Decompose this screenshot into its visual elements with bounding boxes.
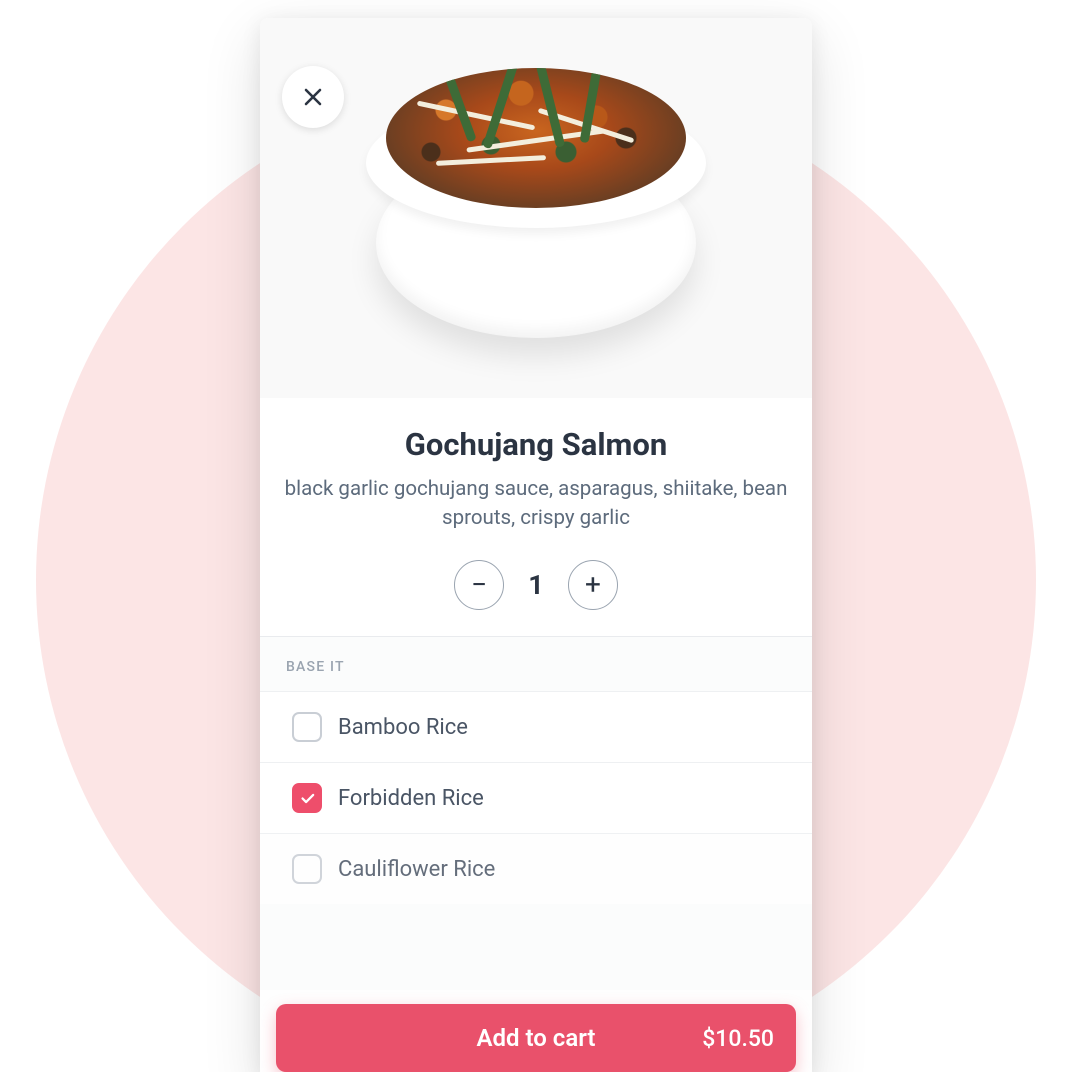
price-label: $10.50	[702, 1025, 774, 1052]
add-to-cart-button[interactable]: Add to cart $10.50	[276, 1004, 796, 1072]
product-description: black garlic gochujang sauce, asparagus,…	[282, 475, 790, 532]
product-image	[351, 48, 721, 348]
product-modal: Gochujang Salmon black garlic gochujang …	[260, 18, 812, 1072]
section-label: BASE IT	[260, 637, 812, 691]
footer: Add to cart $10.50	[260, 990, 812, 1072]
option-row[interactable]: Bamboo Rice	[260, 691, 812, 762]
close-button[interactable]	[282, 66, 344, 128]
quantity-value: 1	[524, 569, 548, 601]
checkbox-unchecked[interactable]	[292, 712, 322, 742]
option-row[interactable]: Forbidden Rice	[260, 762, 812, 833]
option-row[interactable]: Cauliflower Rice	[260, 833, 812, 904]
product-title: Gochujang Salmon	[282, 426, 790, 463]
option-label: Forbidden Rice	[338, 786, 484, 811]
checkbox-checked[interactable]	[292, 783, 322, 813]
option-label: Bamboo Rice	[338, 715, 468, 740]
minus-icon: −	[471, 571, 487, 599]
option-label: Cauliflower Rice	[338, 857, 495, 882]
checkbox-unchecked[interactable]	[292, 854, 322, 884]
check-icon	[299, 790, 316, 807]
increment-button[interactable]: +	[568, 560, 618, 610]
decrement-button[interactable]: −	[454, 560, 504, 610]
quantity-stepper: − 1 +	[282, 560, 790, 610]
add-to-cart-label: Add to cart	[476, 1024, 595, 1052]
product-info: Gochujang Salmon black garlic gochujang …	[260, 398, 812, 637]
close-icon	[301, 85, 325, 109]
plus-icon: +	[585, 571, 601, 599]
hero-image-area	[260, 18, 812, 398]
